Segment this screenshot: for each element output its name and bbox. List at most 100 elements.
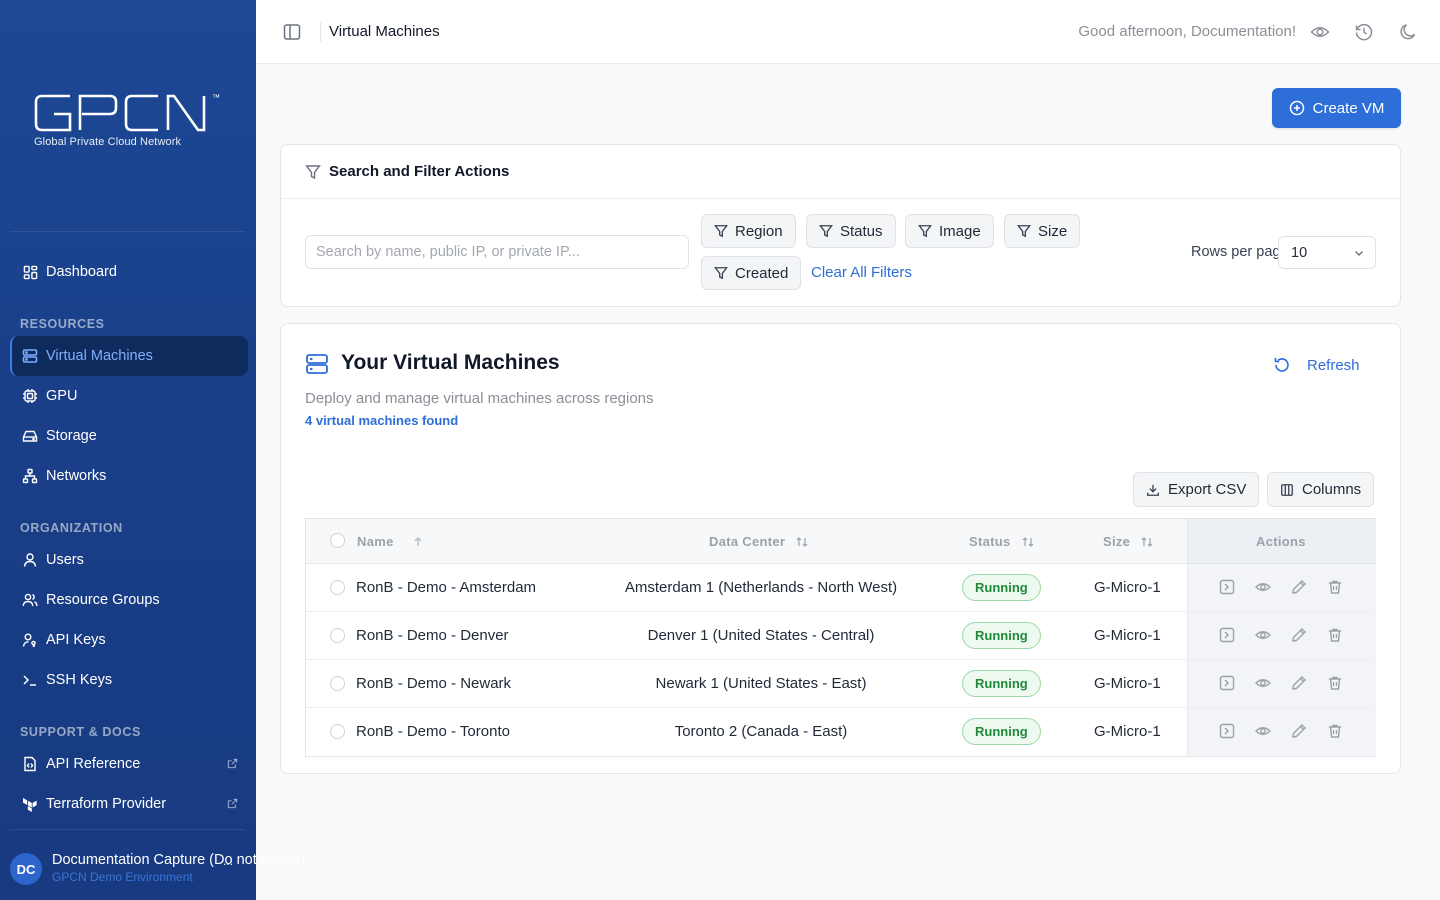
filter-chip-created[interactable]: Created	[701, 256, 802, 290]
delete-icon[interactable]	[1327, 723, 1345, 741]
user-key-icon	[22, 632, 38, 648]
gpcn-logo-mark: ™	[34, 93, 220, 132]
table-row[interactable]: RonB - Demo - Denver Denver 1 (United Sta…	[306, 612, 1375, 660]
search-input[interactable]	[305, 235, 689, 269]
delete-icon[interactable]	[1327, 627, 1345, 645]
sort-icon	[1141, 536, 1153, 547]
filter-chip-image[interactable]: Image	[905, 214, 994, 248]
console-icon[interactable]	[1219, 579, 1237, 597]
column-header-name[interactable]: Name	[357, 534, 424, 549]
table-row[interactable]: RonB - Demo - Amsterdam Amsterdam 1 (Neth…	[306, 564, 1375, 612]
view-icon[interactable]	[1254, 723, 1273, 741]
edit-icon[interactable]	[1291, 723, 1309, 741]
doc-code-icon	[22, 756, 38, 772]
refresh-icon	[1274, 358, 1289, 372]
column-header-status[interactable]: Status	[969, 534, 1035, 549]
clear-filters-link[interactable]: Clear All Filters	[811, 264, 912, 281]
vm-name[interactable]: RonB - Demo - Denver	[356, 627, 509, 644]
row-select-radio[interactable]	[330, 628, 345, 643]
user-menu[interactable]: DC Documentation Capture (Do not delete)…	[10, 850, 350, 890]
refresh-button[interactable]: Refresh	[1273, 356, 1360, 374]
vm-size: G-Micro-1	[1094, 723, 1161, 740]
console-icon[interactable]	[1219, 675, 1237, 693]
row-select-radio[interactable]	[330, 580, 345, 595]
user-name: Documentation Capture (Do not delete)	[52, 852, 306, 868]
column-label: Name	[357, 534, 394, 549]
chip-label: Size	[1038, 222, 1068, 240]
row-select-radio[interactable]	[330, 676, 345, 691]
vm-name[interactable]: RonB - Demo - Toronto	[356, 723, 510, 740]
sidebar-item-api-keys[interactable]: API Keys	[10, 620, 248, 660]
sidebar-item-terraform-provider[interactable]: Terraform Provider	[10, 784, 248, 824]
filter-title: Search and Filter Actions	[329, 163, 510, 180]
vm-count: 4 virtual machines found	[305, 413, 459, 428]
download-icon	[1147, 484, 1159, 496]
create-vm-button[interactable]: Create VM	[1272, 88, 1401, 128]
sidebar-item-label: SSH Keys	[46, 672, 113, 688]
sidebar: ™ Global Private Cloud Network Dashboard…	[0, 0, 256, 900]
sidebar-item-gpu[interactable]: GPU	[10, 376, 248, 416]
sidebar-item-users[interactable]: Users	[10, 540, 248, 580]
view-icon[interactable]	[1254, 675, 1273, 693]
table-row[interactable]: RonB - Demo - Newark Newark 1 (United Sta…	[306, 660, 1375, 708]
vm-name[interactable]: RonB - Demo - Newark	[356, 675, 511, 692]
rows-per-page-select[interactable]: 10	[1278, 236, 1376, 269]
sidebar-item-networks[interactable]: Networks	[10, 456, 248, 496]
sidebar-item-virtual-machines[interactable]: Virtual Machines	[10, 336, 248, 376]
edit-icon[interactable]	[1291, 579, 1309, 597]
vm-name[interactable]: RonB - Demo - Amsterdam	[356, 579, 536, 596]
filter-icon	[918, 225, 932, 238]
column-label: Size	[1103, 534, 1131, 549]
moon-icon[interactable]	[1398, 22, 1418, 42]
section-description: Deploy and manage virtual machines acros…	[305, 390, 654, 407]
table-row[interactable]: RonB - Demo - Toronto Toronto 2 (Canada -…	[306, 708, 1375, 756]
user-icon	[22, 552, 38, 568]
sidebar-item-dashboard[interactable]: Dashboard	[10, 252, 248, 292]
edit-icon[interactable]	[1291, 627, 1309, 645]
filter-chip-region[interactable]: Region	[701, 214, 796, 248]
filter-icon	[1017, 225, 1031, 238]
delete-icon[interactable]	[1327, 579, 1345, 597]
vm-size: G-Micro-1	[1094, 579, 1161, 596]
sidebar-item-label: API Reference	[46, 756, 141, 772]
sidebar-item-storage[interactable]: Storage	[10, 416, 248, 456]
console-icon[interactable]	[1219, 627, 1237, 645]
sidebar-item-api-reference[interactable]: API Reference	[10, 744, 248, 784]
sidebar-item-ssh-keys[interactable]: SSH Keys	[10, 660, 248, 700]
sidebar-item-resource-groups[interactable]: Resource Groups	[10, 580, 248, 620]
column-header-actions: Actions	[1256, 534, 1306, 549]
view-icon[interactable]	[1254, 627, 1273, 645]
sidebar-divider	[10, 231, 245, 232]
sidebar-toggle-icon[interactable]	[282, 22, 302, 42]
edit-icon[interactable]	[1291, 675, 1309, 693]
filter-card: Search and Filter Actions Region Status …	[280, 144, 1401, 307]
column-header-size[interactable]: Size	[1103, 534, 1154, 549]
history-icon[interactable]	[1354, 22, 1374, 42]
filter-chip-status[interactable]: Status	[806, 214, 896, 248]
delete-icon[interactable]	[1327, 675, 1345, 693]
gpcn-logo[interactable]: ™ Global Private Cloud Network	[34, 92, 224, 152]
status-badge: Running	[962, 574, 1041, 601]
filter-chip-size[interactable]: Size	[1004, 214, 1081, 248]
eye-icon[interactable]	[1310, 22, 1330, 42]
column-header-data-center[interactable]: Data Center	[709, 534, 809, 549]
filter-icon	[714, 225, 728, 238]
more-icon[interactable]: ...	[223, 854, 233, 868]
view-icon[interactable]	[1254, 579, 1273, 597]
vm-size: G-Micro-1	[1094, 627, 1161, 644]
avatar: DC	[10, 853, 42, 885]
filter-header: Search and Filter Actions	[281, 145, 1400, 199]
row-select-radio[interactable]	[330, 724, 345, 739]
select-all-radio[interactable]	[330, 533, 345, 548]
external-link-icon	[227, 797, 238, 813]
export-csv-button[interactable]: Export CSV	[1133, 472, 1260, 507]
vm-data-center: Toronto 2 (Canada - East)	[674, 723, 848, 740]
server-icon	[22, 348, 38, 364]
create-vm-label: Create VM	[1312, 99, 1385, 117]
greeting-text: Good afternoon, Documentation!	[1078, 23, 1296, 40]
section-label-support: SUPPORT & DOCS	[20, 725, 141, 739]
columns-button[interactable]: Columns	[1267, 472, 1375, 507]
console-icon[interactable]	[1219, 723, 1237, 741]
storage-icon	[22, 428, 38, 444]
terraform-icon	[22, 796, 38, 812]
